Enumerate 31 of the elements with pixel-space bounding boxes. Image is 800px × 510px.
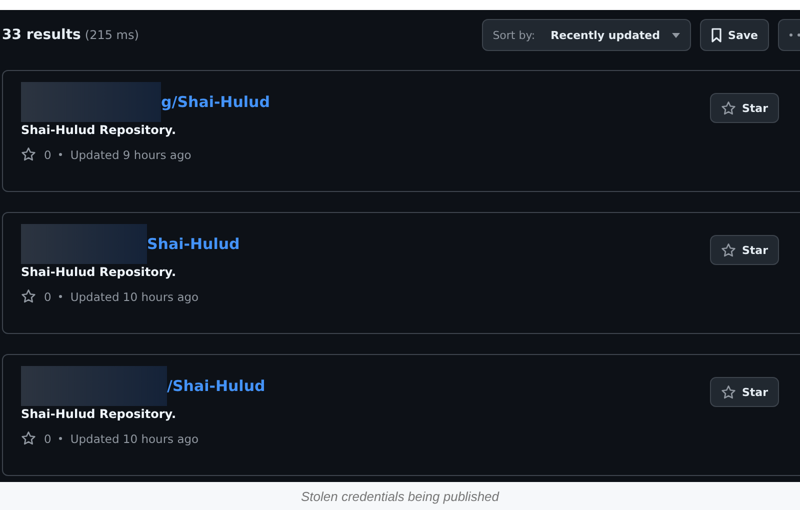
separator-dot <box>59 437 62 440</box>
updated-time: Updated 9 hours ago <box>70 148 192 162</box>
separator-dot <box>59 153 62 156</box>
repo-description: Shai-Hulud Repository. <box>21 123 178 137</box>
star-count: 0 <box>44 290 52 304</box>
repo-link[interactable]: g/Shai-Hulud <box>161 93 270 111</box>
updated-time: Updated 10 hours ago <box>70 290 199 304</box>
updated-time: Updated 10 hours ago <box>70 432 199 446</box>
star-icon <box>21 147 36 162</box>
bookmark-icon <box>711 28 722 42</box>
repo-link[interactable]: Shai-Hulud <box>147 235 240 253</box>
repo-description: Shai-Hulud Repository. <box>21 265 178 279</box>
star-count: 0 <box>44 432 52 446</box>
star-count: 0 <box>44 148 52 162</box>
search-time: (215 ms) <box>84 28 139 42</box>
figure-caption: Stolen credentials being published <box>300 488 500 504</box>
star-icon <box>720 100 736 116</box>
star-button[interactable]: Star <box>710 93 779 123</box>
star-icon <box>720 242 736 258</box>
star-icon <box>21 431 36 446</box>
star-button[interactable]: Star <box>710 377 779 407</box>
repo-link[interactable]: /Shai-Hulud <box>167 377 266 395</box>
star-icon <box>21 289 36 304</box>
star-icon <box>720 384 736 400</box>
separator-dot <box>59 295 62 298</box>
caret-icon <box>672 32 680 38</box>
star-button[interactable]: Star <box>710 235 779 265</box>
sort-dropdown[interactable]: Sort by: Recently updated <box>482 19 692 51</box>
save-button[interactable]: Save <box>700 19 769 51</box>
result-count: 33 results <box>2 27 81 43</box>
repo-description: Shai-Hulud Repository. <box>21 407 178 421</box>
